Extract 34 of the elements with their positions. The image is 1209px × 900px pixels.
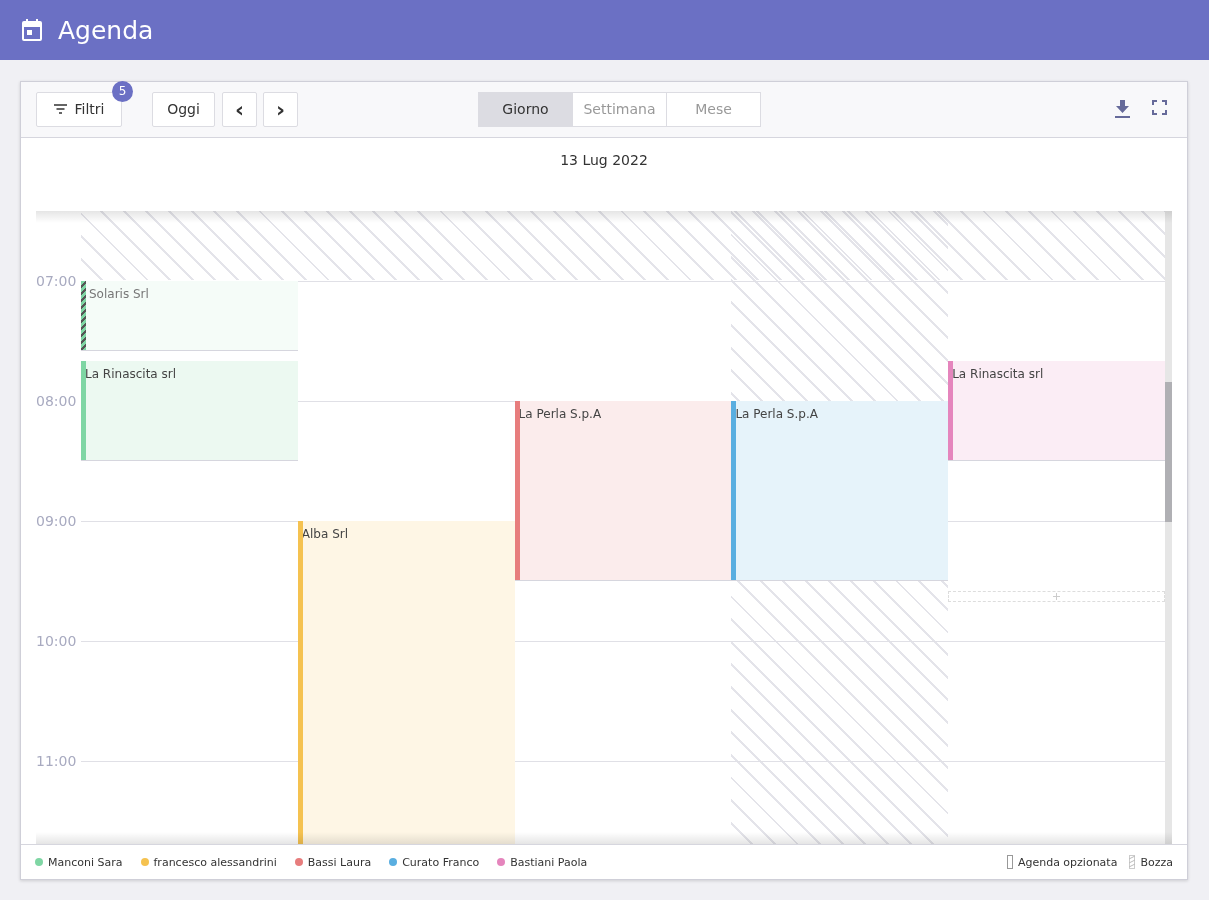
- hour-label: 07:00: [36, 272, 77, 289]
- today-button[interactable]: Oggi: [152, 91, 215, 127]
- fullscreen-icon[interactable]: [1152, 100, 1167, 116]
- legend-label: Agenda opzionata: [1017, 855, 1118, 869]
- event-block[interactable]: La Rinascita srl: [948, 360, 1165, 461]
- person-name: Bassi Laura: [307, 855, 372, 869]
- download-icon[interactable]: [1115, 100, 1130, 119]
- filter-count-badge: 5: [112, 80, 133, 102]
- next-button[interactable]: ›: [263, 91, 298, 127]
- previous-button[interactable]: ‹: [222, 91, 257, 127]
- hour-label: 09:00: [36, 512, 77, 529]
- hatched-swatch-icon: [1129, 855, 1136, 869]
- view-tab[interactable]: Giorno: [478, 91, 573, 127]
- legend-label: Bozza: [1140, 855, 1173, 869]
- hour-label: 10:00: [36, 632, 77, 649]
- date-heading: 13 Lug 2022: [559, 150, 649, 170]
- plus-icon: [1053, 592, 1061, 600]
- outline-swatch-icon: [1006, 855, 1013, 869]
- filter-button[interactable]: Filtri: [36, 91, 122, 127]
- calendar-icon: [22, 19, 42, 41]
- person-name: francesco alessandrini: [153, 855, 277, 869]
- hour-label: 11:00: [36, 752, 77, 769]
- filter-icon: [53, 104, 67, 115]
- page-title: Agenda: [58, 15, 154, 45]
- hour-label: 08:00: [36, 392, 77, 409]
- scrollbar[interactable]: [1165, 210, 1172, 845]
- person-name: Curato Franco: [402, 855, 480, 869]
- event-block[interactable]: La Rinascita srl: [81, 360, 298, 461]
- event-block[interactable]: La Perla S.p.A: [514, 400, 732, 581]
- event-block[interactable]: Solaris Srl: [81, 280, 298, 351]
- event-block[interactable]: La Perla S.p.A: [731, 400, 949, 581]
- event-block[interactable]: Alba Srl: [297, 520, 515, 845]
- person-name: Bastiani Paola: [510, 855, 588, 869]
- person-name: Manconi Sara: [48, 855, 123, 869]
